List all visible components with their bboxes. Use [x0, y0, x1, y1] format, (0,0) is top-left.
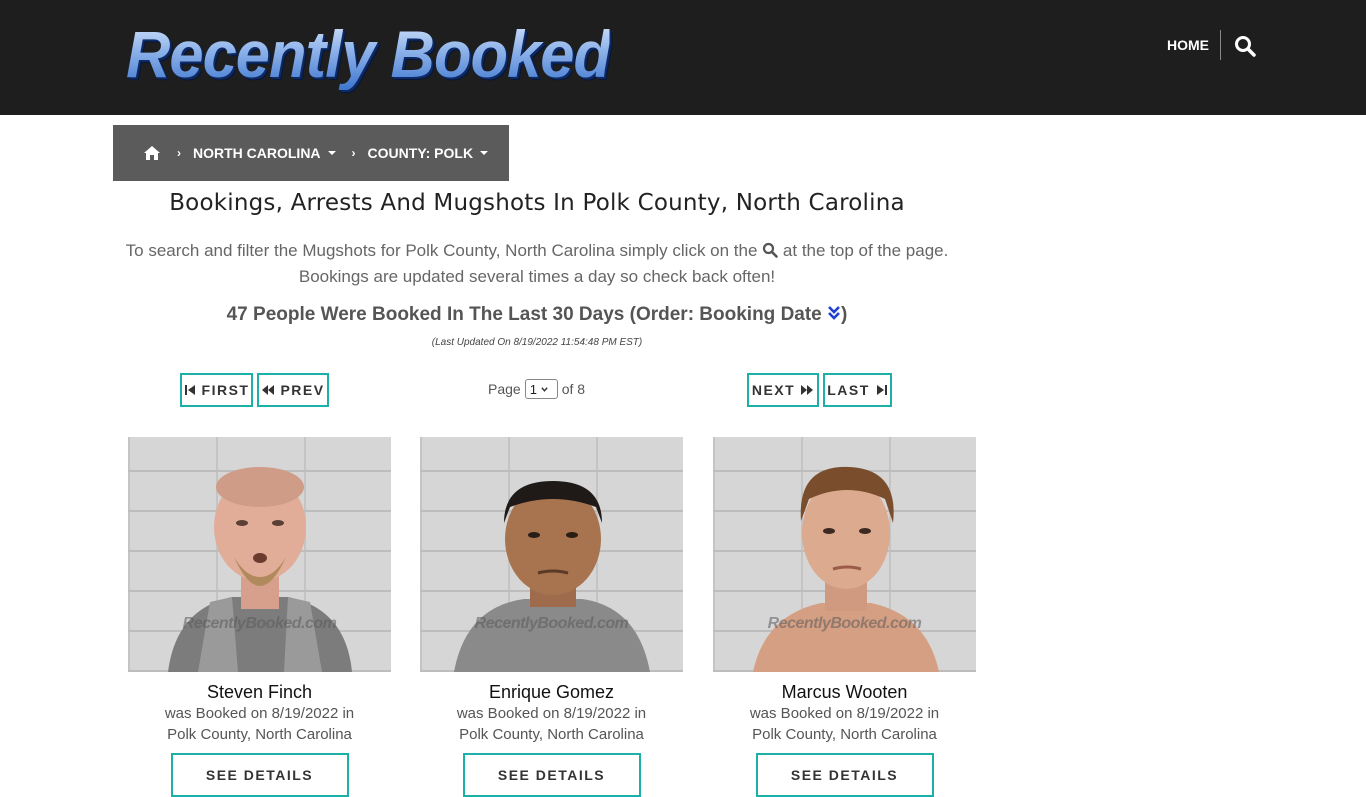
mugshot-portrait	[753, 466, 939, 672]
see-details-button[interactable]: SEE DETAILS	[755, 753, 934, 797]
intro-text: To search and filter the Mugshots for Po…	[113, 238, 961, 290]
intro-text-before: To search and filter the Mugshots for Po…	[125, 241, 758, 260]
booking-count: 47 People Were Booked In The Last 30 Day…	[113, 304, 961, 326]
booking-date-line: was Booked on 8/19/2022 in	[749, 705, 940, 722]
booking-card: RecentlyBooked.com Steven Finch was Book…	[128, 437, 391, 797]
intro-text-after: at the top of the page.	[782, 241, 949, 260]
breadcrumb-county-label: COUNTY: POLK	[367, 145, 474, 161]
booking-name[interactable]: Marcus Wooten	[713, 682, 976, 703]
site-logo[interactable]: Recently Booked	[126, 18, 611, 90]
prev-page-label: PREV	[280, 382, 325, 398]
watermark: RecentlyBooked.com	[474, 615, 629, 632]
see-details-button[interactable]: SEE DETAILS	[170, 753, 349, 797]
last-page-button[interactable]: LAST	[823, 373, 892, 407]
next-page-button[interactable]: NEXT	[747, 373, 819, 407]
watermark: RecentlyBooked.com	[182, 615, 337, 632]
mugshot-image[interactable]: RecentlyBooked.com	[128, 437, 391, 672]
page-select-value: 1	[529, 381, 537, 397]
booking-card: RecentlyBooked.com Enrique Gomez was Boo…	[420, 437, 683, 797]
next-page-label: NEXT	[751, 382, 796, 398]
intro-text-line2: Bookings are updated several times a day…	[298, 267, 776, 286]
see-details-button[interactable]: SEE DETAILS	[462, 753, 641, 797]
home-icon[interactable]	[143, 145, 161, 161]
chevron-right-icon: ›	[177, 146, 181, 160]
page-selector: Page 1 of 8	[488, 378, 585, 400]
breadcrumb: › NORTH CAROLINA › COUNTY: POLK	[113, 125, 509, 181]
chevron-down-icon	[541, 386, 548, 392]
page-label: Page	[488, 381, 521, 397]
site-header: Recently Booked HOME	[0, 0, 1366, 115]
booking-date-line: was Booked on 8/19/2022 in	[164, 705, 355, 722]
booking-date-line: was Booked on 8/19/2022 in	[456, 705, 647, 722]
booking-card: RecentlyBooked.com Marcus Wooten was Boo…	[713, 437, 976, 797]
booking-name[interactable]: Steven Finch	[128, 682, 391, 703]
booking-location-line: Polk County, North Carolina	[459, 726, 644, 743]
chevron-right-icon: ›	[351, 146, 356, 160]
booking-count-close: )	[841, 304, 848, 325]
breadcrumb-county-dropdown[interactable]: COUNTY: POLK	[368, 145, 489, 161]
last-page-label: LAST	[827, 382, 870, 398]
mugshot-portrait	[454, 481, 650, 672]
page-total: of 8	[561, 381, 586, 397]
nav-divider	[1220, 30, 1221, 60]
breadcrumb-state-label: NORTH CAROLINA	[193, 145, 321, 161]
search-icon	[762, 240, 778, 258]
double-chevron-down-icon[interactable]	[827, 305, 841, 321]
nav-home-link[interactable]: HOME	[1167, 36, 1209, 54]
prev-page-button[interactable]: PREV	[257, 373, 329, 407]
search-icon[interactable]	[1234, 35, 1256, 57]
booking-count-text: 47 People Were Booked In The Last 30 Day…	[226, 304, 822, 325]
booking-location-line: Polk County, North Carolina	[752, 726, 937, 743]
booking-name[interactable]: Enrique Gomez	[420, 682, 683, 703]
rewind-icon	[262, 385, 275, 395]
caret-down-icon	[327, 151, 336, 155]
mugshot-image[interactable]: RecentlyBooked.com	[420, 437, 683, 672]
first-page-button[interactable]: FIRST	[180, 373, 253, 407]
watermark: RecentlyBooked.com	[767, 615, 922, 632]
page-select[interactable]: 1	[524, 379, 558, 399]
last-updated: (Last Updated On 8/19/2022 11:54:48 PM E…	[431, 337, 643, 348]
fast-forward-icon	[801, 385, 814, 395]
mugshot-image[interactable]: RecentlyBooked.com	[713, 437, 976, 672]
page-title: Bookings, Arrests And Mugshots In Polk C…	[169, 190, 905, 216]
first-page-label: FIRST	[201, 382, 250, 398]
caret-down-icon	[480, 151, 489, 155]
skip-first-icon	[184, 385, 195, 395]
booking-location-line: Polk County, North Carolina	[167, 726, 352, 743]
skip-last-icon	[876, 385, 887, 395]
mugshot-portrait	[168, 467, 352, 672]
breadcrumb-state-dropdown[interactable]: NORTH CAROLINA	[193, 145, 336, 161]
